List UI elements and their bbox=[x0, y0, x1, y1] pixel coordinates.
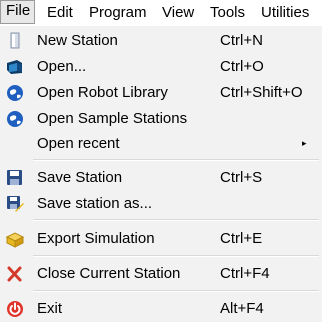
floppy-disk-pencil-icon bbox=[5, 195, 25, 213]
new-file-icon bbox=[5, 32, 25, 50]
menu-item-label: Open recent bbox=[37, 135, 120, 152]
submenu-arrow-icon: ▸ bbox=[302, 138, 307, 148]
menu-separator bbox=[33, 159, 319, 161]
menu-utilities[interactable]: Utilities bbox=[261, 4, 309, 22]
menu-file-label: File bbox=[6, 2, 31, 19]
file-dropdown-menu: New Station Ctrl+N Open... Ctrl+O Open R… bbox=[0, 26, 322, 322]
menu-item-label: Export Simulation bbox=[37, 230, 155, 247]
menu-item-label: Save Station bbox=[37, 169, 123, 186]
menu-item-label: Open... bbox=[37, 58, 87, 75]
menu-edit[interactable]: Edit bbox=[47, 4, 73, 22]
menu-separator bbox=[33, 290, 319, 292]
open-station-icon bbox=[5, 58, 25, 76]
menu-item-new-station[interactable]: New Station Ctrl+N bbox=[0, 29, 322, 53]
red-x-icon bbox=[5, 265, 25, 283]
shortcut-text: Ctrl+S bbox=[220, 169, 263, 186]
menu-item-save-station[interactable]: Save Station Ctrl+S bbox=[0, 166, 322, 190]
menu-bar: File Edit Program View Tools Utilities bbox=[0, 0, 322, 27]
globe-icon bbox=[5, 110, 25, 128]
menu-item-exit[interactable]: Exit Alt+F4 bbox=[0, 297, 322, 321]
shortcut-text: Ctrl+Shift+O bbox=[220, 84, 303, 101]
menu-item-label: Exit bbox=[37, 300, 63, 317]
menu-item-label: New Station bbox=[37, 32, 118, 49]
menu-item-open-recent[interactable]: Open recent ▸ bbox=[0, 132, 322, 156]
menu-item-label: Open Sample Stations bbox=[37, 110, 188, 127]
menu-file[interactable]: File bbox=[0, 0, 35, 24]
shortcut-text: Ctrl+N bbox=[220, 32, 263, 49]
export-box-icon bbox=[5, 230, 25, 248]
shortcut-text: Ctrl+O bbox=[220, 58, 264, 75]
menu-item-open-sample-stations[interactable]: Open Sample Stations bbox=[0, 107, 322, 131]
globe-icon bbox=[5, 84, 25, 102]
menu-tools[interactable]: Tools bbox=[210, 4, 245, 22]
menu-separator bbox=[33, 255, 319, 257]
menu-item-export-simulation[interactable]: Export Simulation Ctrl+E bbox=[0, 227, 322, 251]
menu-view[interactable]: View bbox=[162, 4, 194, 22]
menu-separator bbox=[33, 219, 319, 221]
menu-item-save-station-as[interactable]: Save station as... bbox=[0, 192, 322, 216]
menu-item-label: Open Robot Library bbox=[37, 84, 168, 101]
power-icon bbox=[5, 300, 25, 318]
shortcut-text: Alt+F4 bbox=[220, 300, 264, 317]
shortcut-text: Ctrl+E bbox=[220, 230, 263, 247]
menu-item-open-robot-library[interactable]: Open Robot Library Ctrl+Shift+O bbox=[0, 81, 322, 105]
menu-item-close-current-station[interactable]: Close Current Station Ctrl+F4 bbox=[0, 262, 322, 286]
menu-item-open[interactable]: Open... Ctrl+O bbox=[0, 55, 322, 79]
menu-program[interactable]: Program bbox=[89, 4, 147, 22]
shortcut-text: Ctrl+F4 bbox=[220, 265, 270, 282]
floppy-disk-icon bbox=[5, 169, 25, 187]
menu-item-label: Save station as... bbox=[37, 195, 153, 212]
menu-item-label: Close Current Station bbox=[37, 265, 181, 282]
